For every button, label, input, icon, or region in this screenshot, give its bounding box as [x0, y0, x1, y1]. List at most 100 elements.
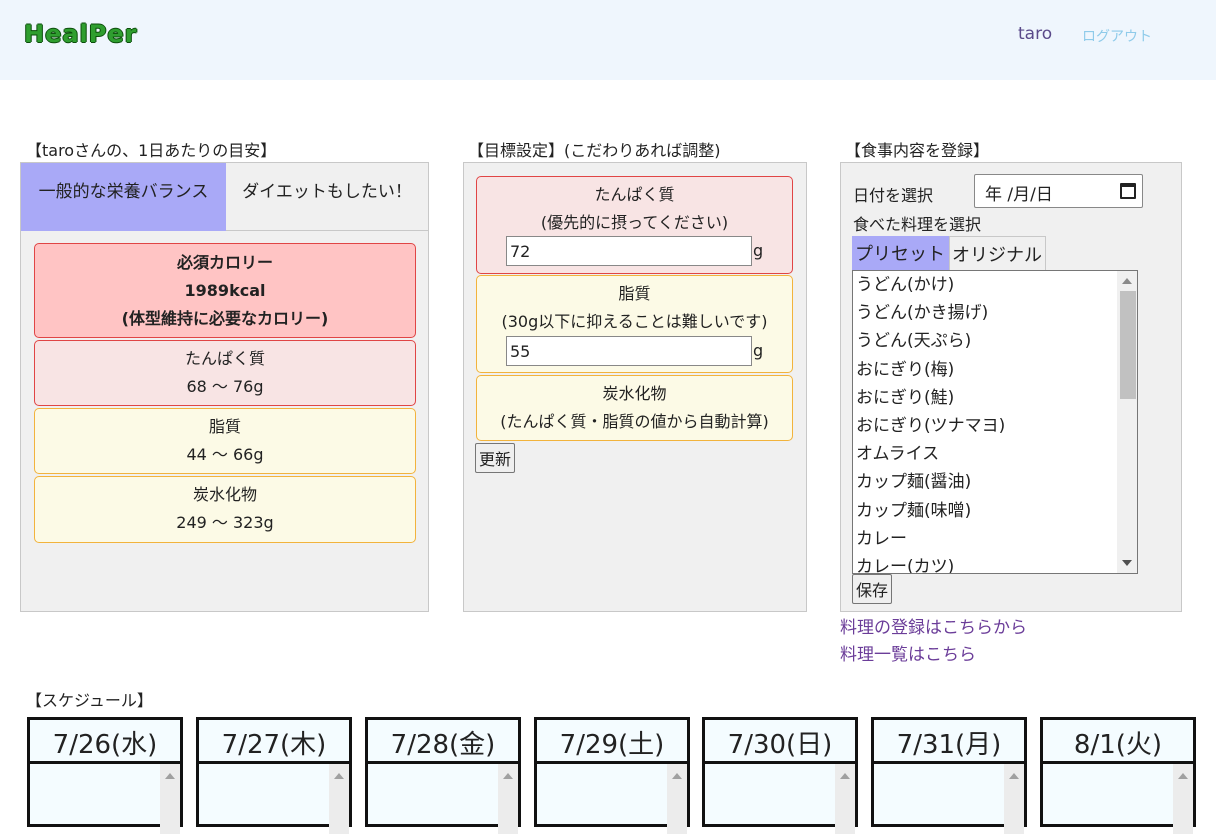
- protein-guide-range: 68 ～ 76g: [186, 377, 264, 396]
- protein-goal-input[interactable]: [506, 236, 752, 266]
- dish-option[interactable]: うどん(かけ): [856, 271, 954, 299]
- scroll-down-arrow-icon[interactable]: [1122, 560, 1132, 566]
- update-button[interactable]: 更新: [475, 443, 515, 473]
- schedule-day: 8/1(火): [1040, 717, 1196, 834]
- scroll-up-arrow-icon[interactable]: [503, 773, 513, 779]
- dish-option[interactable]: うどん(天ぷら): [856, 327, 971, 355]
- schedule-day: 7/26(水): [27, 717, 183, 834]
- fat-guide-range: 44 ～ 66g: [186, 445, 264, 464]
- schedule-day-meals[interactable]: [368, 764, 518, 834]
- fat-goal-label: 脂質: [618, 284, 651, 303]
- schedule-day: 7/30(日): [702, 717, 858, 834]
- calorie-label: 必須カロリー: [176, 253, 273, 272]
- protein-guide-card: たんぱく質 68 ～ 76g: [34, 340, 416, 406]
- app-logo[interactable]: HealPer: [24, 20, 138, 48]
- dish-listbox[interactable]: うどん(かけ) うどん(かき揚げ) うどん(天ぷら) おにぎり(梅) おにぎり(鮭) おに…: [852, 270, 1138, 574]
- app-header: HealPer taro ログアウト: [0, 0, 1216, 80]
- dish-option[interactable]: おにぎり(鮭): [856, 384, 954, 412]
- carb-guide-label: 炭水化物: [192, 485, 257, 504]
- protein-goal-note: (優先的に摂ってください): [540, 213, 729, 232]
- schedule-day-scrollbar[interactable]: [160, 764, 180, 834]
- carb-goal-note: (たんぱく質・脂質の値から自動計算): [500, 412, 769, 431]
- schedule-day-meals[interactable]: [705, 764, 855, 834]
- dish-list-link[interactable]: 料理一覧はこちら: [840, 640, 976, 665]
- carb-guide-range: 249 ～ 323g: [176, 513, 274, 532]
- scroll-thumb[interactable]: [1120, 291, 1136, 399]
- calendar-icon[interactable]: [1120, 183, 1136, 199]
- protein-guide-label: たんぱく質: [184, 349, 265, 368]
- schedule-day-meals[interactable]: [537, 764, 687, 834]
- fat-goal-input[interactable]: [506, 336, 752, 366]
- save-button[interactable]: 保存: [852, 574, 892, 604]
- carb-goal-label: 炭水化物: [602, 384, 667, 403]
- calorie-value: 1989kcal: [184, 281, 266, 300]
- dish-option[interactable]: カレー: [856, 525, 907, 553]
- schedule-day-meals[interactable]: [199, 764, 349, 834]
- meal-title: 【食事内容を登録】: [845, 141, 990, 160]
- schedule-day-date: 8/1(火): [1043, 720, 1193, 764]
- scroll-up-arrow-icon[interactable]: [1122, 278, 1132, 284]
- schedule-day-meals[interactable]: [1043, 764, 1193, 834]
- tab-preset[interactable]: プリセット: [852, 236, 949, 270]
- dish-option[interactable]: オムライス: [856, 440, 939, 468]
- schedule-day: 7/28(金): [365, 717, 521, 834]
- schedule-day-scrollbar[interactable]: [1173, 764, 1193, 834]
- guide-tabs: 一般的な栄養バランス ダイエットもしたい！: [21, 163, 428, 231]
- calorie-card: 必須カロリー 1989kcal (体型維持に必要なカロリー): [34, 243, 416, 338]
- goal-title: 【目標設定】(こだわりあれば調整): [468, 141, 721, 160]
- protein-goal-label: たんぱく質: [594, 185, 675, 204]
- schedule-day-meals[interactable]: [874, 764, 1024, 834]
- carb-goal-card: 炭水化物 (たんぱく質・脂質の値から自動計算): [476, 375, 793, 441]
- schedule-day-meals[interactable]: [30, 764, 180, 834]
- schedule-day-date: 7/26(水): [30, 720, 180, 764]
- tab-diet[interactable]: ダイエットもしたい！: [226, 163, 428, 231]
- tab-general-balance[interactable]: 一般的な栄養バランス: [21, 163, 226, 231]
- guide-panel: 一般的な栄養バランス ダイエットもしたい！ 必須カロリー 1989kcal (体…: [20, 162, 429, 612]
- dish-register-link[interactable]: 料理の登録はこちらから: [840, 613, 1027, 638]
- dish-option[interactable]: おにぎり(ツナマヨ): [856, 412, 1005, 440]
- scroll-up-arrow-icon[interactable]: [334, 773, 344, 779]
- fat-goal-unit: g: [753, 341, 764, 360]
- dish-option[interactable]: カップ麺(味噌): [856, 497, 971, 525]
- scroll-up-arrow-icon[interactable]: [165, 773, 175, 779]
- logout-link[interactable]: ログアウト: [1082, 26, 1152, 46]
- schedule-day-date: 7/31(月): [874, 720, 1024, 764]
- schedule-day-date: 7/28(金): [368, 720, 518, 764]
- goal-panel: たんぱく質 (優先的に摂ってください) g 脂質 (30g以下に抑えることは難し…: [463, 162, 807, 612]
- dish-option[interactable]: カレー(カツ): [856, 553, 954, 573]
- schedule-day-date: 7/29(土): [537, 720, 687, 764]
- schedule-day-date: 7/27(木): [199, 720, 349, 764]
- schedule-day: 7/27(木): [196, 717, 352, 834]
- guide-title: 【taroさんの、1日あたりの目安】: [26, 141, 277, 160]
- schedule-day: 7/31(月): [871, 717, 1027, 834]
- schedule-day-scrollbar[interactable]: [835, 764, 855, 834]
- fat-goal-note: (30g以下に抑えることは難しいです): [501, 312, 768, 331]
- schedule-day-date: 7/30(日): [705, 720, 855, 764]
- fat-guide-label: 脂質: [208, 417, 241, 436]
- dish-option[interactable]: おにぎり(梅): [856, 356, 954, 384]
- protein-goal-unit: g: [753, 241, 764, 260]
- scroll-up-arrow-icon[interactable]: [840, 773, 850, 779]
- date-label: 日付を選択: [853, 186, 934, 205]
- schedule-day-scrollbar[interactable]: [329, 764, 349, 834]
- meal-panel: 日付を選択 年 /月/日 食べた料理を選択 プリセット オリジナル うどん(かけ…: [840, 162, 1182, 612]
- scroll-up-arrow-icon[interactable]: [1009, 773, 1019, 779]
- date-placeholder: 年 /月/日: [985, 185, 1053, 205]
- scroll-up-arrow-icon[interactable]: [672, 773, 682, 779]
- username: taro: [1018, 24, 1053, 44]
- dish-option[interactable]: うどん(かき揚げ): [856, 299, 988, 327]
- dish-label: 食べた料理を選択: [853, 215, 982, 234]
- date-input[interactable]: 年 /月/日: [974, 174, 1143, 208]
- carb-guide-card: 炭水化物 249 ～ 323g: [34, 476, 416, 543]
- scroll-up-arrow-icon[interactable]: [1178, 773, 1188, 779]
- schedule-day-scrollbar[interactable]: [667, 764, 687, 834]
- schedule-day: 7/29(土): [534, 717, 690, 834]
- schedule-day-scrollbar[interactable]: [1004, 764, 1024, 834]
- fat-guide-card: 脂質 44 ～ 66g: [34, 408, 416, 474]
- calorie-note: (体型維持に必要なカロリー): [121, 309, 329, 328]
- schedule-title: 【スケジュール】: [26, 691, 153, 710]
- dish-list-scrollbar[interactable]: [1117, 271, 1137, 573]
- tab-original[interactable]: オリジナル: [949, 236, 1046, 270]
- schedule-day-scrollbar[interactable]: [498, 764, 518, 834]
- dish-option[interactable]: カップ麺(醤油): [856, 468, 971, 496]
